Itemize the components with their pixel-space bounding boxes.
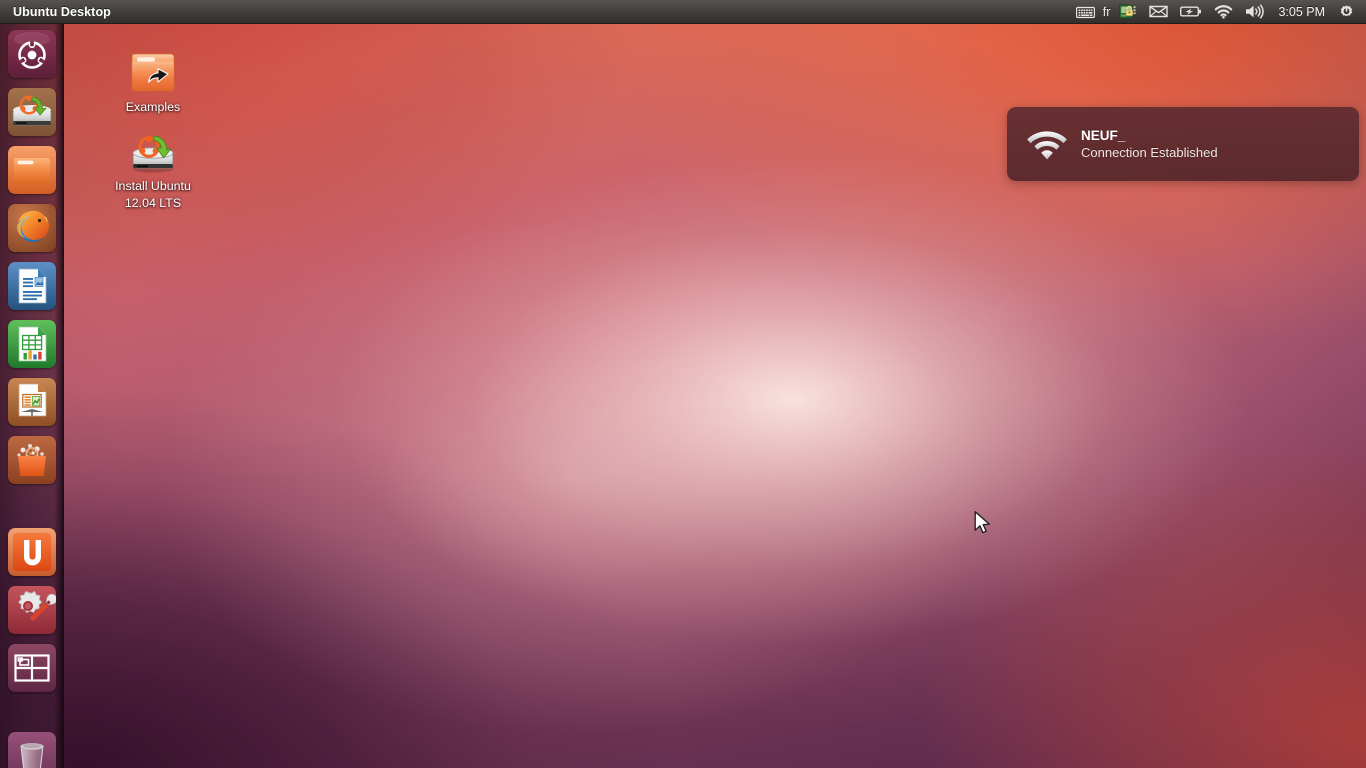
- clock[interactable]: 3:05 PM: [1271, 0, 1332, 24]
- launcher-item-workspace-switcher[interactable]: [8, 644, 56, 692]
- install-disk-icon: [98, 123, 208, 175]
- launcher-item-install-ubuntu[interactable]: [8, 88, 56, 136]
- desktop-icon-label: Install Ubuntu 12.04 LTS: [115, 179, 191, 210]
- launcher-item-libreoffice-impress[interactable]: [8, 378, 56, 426]
- unity-launcher: [0, 24, 64, 768]
- battery-icon[interactable]: [1174, 0, 1208, 24]
- launcher-item-ubuntu-one[interactable]: [8, 528, 56, 576]
- panel-title[interactable]: Ubuntu Desktop: [13, 5, 111, 19]
- launcher-item-dash-home[interactable]: [8, 30, 56, 78]
- keyboard-layout-label[interactable]: fr: [1101, 0, 1114, 24]
- launcher-item-files[interactable]: [8, 146, 56, 194]
- notification-text: NEUF_ Connection Established: [1081, 127, 1218, 162]
- power-gear-icon[interactable]: [1332, 0, 1361, 24]
- desktop-icon-label: Examples: [125, 100, 181, 114]
- launcher-item-trash[interactable]: [8, 732, 56, 768]
- notification-title: NEUF_: [1081, 127, 1126, 143]
- wifi-icon[interactable]: [1208, 0, 1239, 24]
- notification-bubble[interactable]: NEUF_ Connection Established: [1007, 107, 1359, 181]
- launcher-item-firefox[interactable]: [8, 204, 56, 252]
- launcher-item-system-settings[interactable]: [8, 586, 56, 634]
- desktop-icon-examples[interactable]: Examples: [98, 44, 208, 116]
- launcher-item-libreoffice-writer[interactable]: [8, 262, 56, 310]
- notification-body: Connection Established: [1081, 144, 1218, 160]
- mouse-cursor: [974, 511, 992, 537]
- wifi-icon: [1025, 122, 1069, 166]
- desktop-icon-install-ubuntu[interactable]: Install Ubuntu 12.04 LTS: [98, 123, 208, 212]
- top-panel: Ubuntu Desktop fr 3:05 PM: [0, 0, 1366, 24]
- indicator-area: fr 3:05 PM: [1070, 0, 1366, 24]
- keyboard-icon[interactable]: [1070, 0, 1101, 24]
- folder-link-icon: [98, 44, 208, 96]
- launcher-item-software-center[interactable]: [8, 436, 56, 484]
- launcher-item-libreoffice-calc[interactable]: [8, 320, 56, 368]
- security-lock-icon[interactable]: [1113, 0, 1143, 24]
- volume-icon[interactable]: [1239, 0, 1271, 24]
- envelope-icon[interactable]: [1143, 0, 1174, 24]
